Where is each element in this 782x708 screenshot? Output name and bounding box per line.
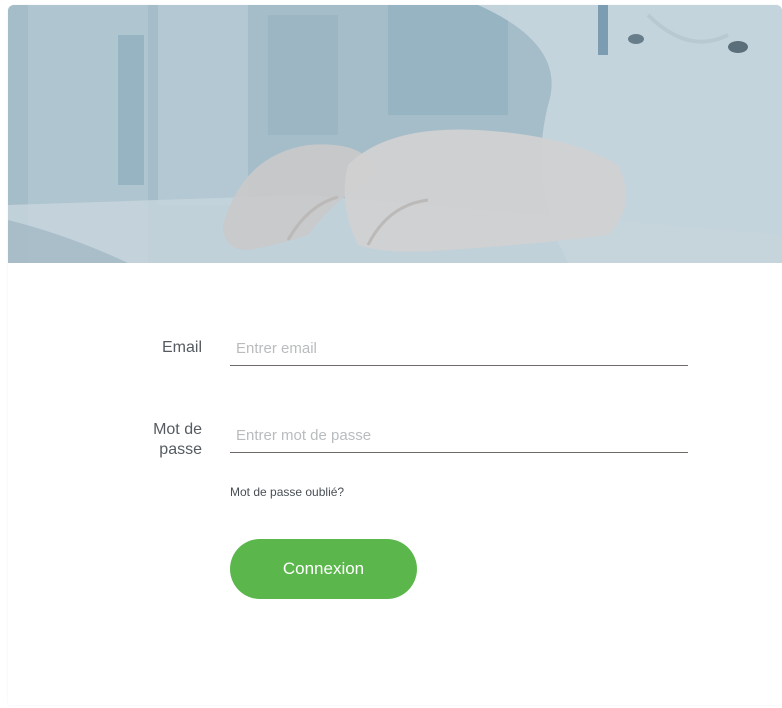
login-card: Email Mot de passe Mot de passe oublié? … xyxy=(8,5,782,705)
forgot-password-link[interactable]: Mot de passe oublié? xyxy=(230,485,344,499)
login-form: Email Mot de passe Mot de passe oublié? … xyxy=(8,263,782,705)
email-label: Email xyxy=(161,339,202,356)
hero-image xyxy=(8,5,782,263)
password-label: Mot de passe xyxy=(122,420,202,460)
password-label-line2: passe xyxy=(159,441,202,458)
hero-photo-illustration xyxy=(8,5,782,263)
email-field[interactable] xyxy=(230,332,688,366)
password-label-line1: Mot de xyxy=(153,421,202,438)
login-button[interactable]: Connexion xyxy=(230,539,417,599)
password-field[interactable] xyxy=(230,419,688,453)
